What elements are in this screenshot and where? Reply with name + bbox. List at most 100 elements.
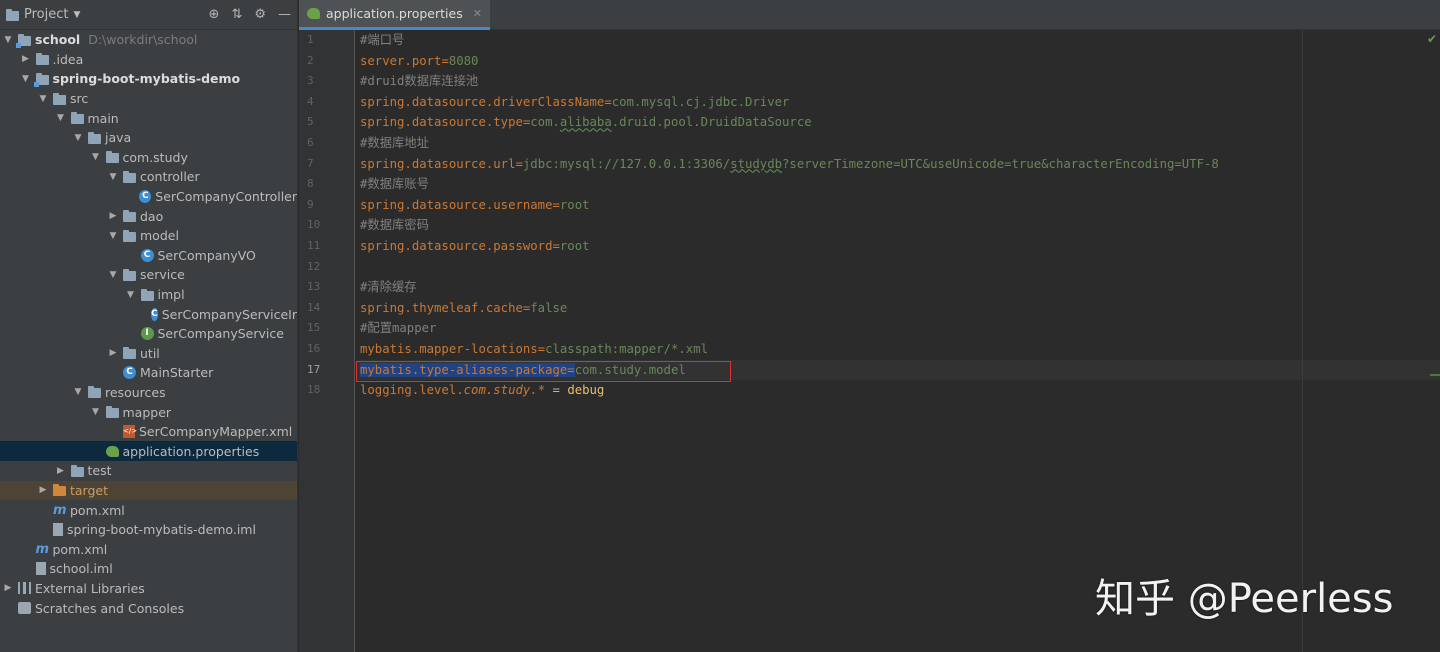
tree-item-label: External Libraries xyxy=(35,580,145,596)
tree-item[interactable]: I SerCompanyService xyxy=(0,324,297,344)
code-line[interactable] xyxy=(356,257,1440,278)
tree-item[interactable]: C SerCompanyServiceIr xyxy=(0,304,297,324)
tree-item-label: com.study xyxy=(122,149,188,165)
tree-item[interactable]: ▼ java xyxy=(0,128,297,148)
expand-arrow-icon[interactable]: ▼ xyxy=(20,74,32,84)
line-number: 4 xyxy=(307,94,314,108)
tree-item[interactable]: m pom.xml xyxy=(0,500,297,520)
right-margin-guide xyxy=(1302,30,1303,652)
tree-item[interactable]: m pom.xml xyxy=(0,539,297,559)
tree-item[interactable]: Scratches and Consoles xyxy=(0,598,297,618)
folder-icon xyxy=(105,406,119,419)
code-line[interactable]: spring.thymeleaf.cache=false xyxy=(356,298,1440,319)
tree-item[interactable]: ▼ controller xyxy=(0,167,297,187)
tree-item[interactable]: ▼ src xyxy=(0,89,297,109)
code-line[interactable]: #配置mapper xyxy=(356,318,1440,339)
tree-item[interactable]: ▼ impl xyxy=(0,285,297,305)
tree-item[interactable]: ▼ school D:\workdir\school xyxy=(0,30,297,50)
code-line[interactable]: spring.datasource.type=com.alibaba.druid… xyxy=(356,112,1440,133)
hide-icon[interactable]: — xyxy=(278,7,291,22)
code-line[interactable]: #数据库地址 xyxy=(356,133,1440,154)
collapse-arrow-icon[interactable]: ▶ xyxy=(55,466,67,476)
settings-icon[interactable]: ⚙ xyxy=(254,7,266,22)
tree-item-label: SerCompanyMapper.xml xyxy=(139,424,293,440)
code-line[interactable]: #端口号 xyxy=(356,30,1440,51)
tree-item-label: application.properties xyxy=(122,443,260,459)
folder-icon xyxy=(35,53,49,66)
tree-item[interactable]: ▼ mapper xyxy=(0,402,297,422)
tree-item[interactable]: ▼ spring-boot-mybatis-demo xyxy=(0,69,297,89)
line-number: 15 xyxy=(307,321,321,335)
expand-arrow-icon[interactable]: ▼ xyxy=(107,172,119,182)
expand-arrow-icon[interactable]: ▼ xyxy=(2,35,14,45)
tree-item[interactable]: ▶ External Libraries xyxy=(0,579,297,599)
code-line[interactable]: spring.datasource.url=jdbc:mysql://127.0… xyxy=(356,154,1440,175)
iml-file-icon xyxy=(35,562,46,576)
code-line[interactable]: #druid数据库连接池 xyxy=(356,71,1440,92)
tree-item-label: src xyxy=(70,91,89,107)
tree-item-label: MainStarter xyxy=(140,365,214,381)
expand-arrow-icon[interactable]: ▼ xyxy=(107,231,119,241)
code-line[interactable]: #清除缓存 xyxy=(356,277,1440,298)
collapse-arrow-icon[interactable]: ▶ xyxy=(20,54,32,64)
line-number: 7 xyxy=(307,156,314,170)
collapse-arrow-icon[interactable]: ▶ xyxy=(107,348,119,358)
folder-icon xyxy=(123,210,136,223)
code-line[interactable]: mybatis.type-aliases-package=com.study.m… xyxy=(356,359,1440,381)
tree-item[interactable]: ▶ .idea xyxy=(0,50,297,70)
code-line[interactable]: spring.datasource.password=root xyxy=(356,236,1440,257)
tree-item-label: .idea xyxy=(52,51,84,67)
expand-arrow-icon[interactable]: ▼ xyxy=(55,113,67,123)
code-line[interactable]: #数据库密码 xyxy=(356,215,1440,236)
code-line[interactable]: server.port=8080 xyxy=(356,51,1440,72)
expand-arrow-icon[interactable]: ▼ xyxy=(90,152,102,162)
code-line[interactable]: #数据库账号 xyxy=(356,174,1440,195)
tree-item[interactable]: C SerCompanyVO xyxy=(0,246,297,266)
expand-arrow-icon[interactable]: ▼ xyxy=(37,94,49,104)
code-line[interactable]: spring.datasource.driverClassName=com.my… xyxy=(356,92,1440,113)
tree-item[interactable]: application.properties xyxy=(0,441,297,462)
tree-item[interactable]: C MainStarter xyxy=(0,363,297,383)
properties-file-icon xyxy=(307,8,320,19)
tree-item-label: spring-boot-mybatis-demo.iml xyxy=(67,522,256,538)
tree-item[interactable]: C SerCompanyController xyxy=(0,187,297,207)
expand-arrow-icon[interactable]: ▼ xyxy=(72,387,84,397)
tree-item[interactable]: ▼ model xyxy=(0,226,297,246)
collapse-icon[interactable]: ⇅ xyxy=(231,7,242,22)
tree-item[interactable]: ▼ resources xyxy=(0,383,297,403)
inspection-ok-icon[interactable]: ✔ xyxy=(1427,32,1437,46)
close-tab-icon[interactable]: ✕ xyxy=(473,7,482,20)
java-interface-icon: I xyxy=(140,327,154,341)
tree-item[interactable]: spring-boot-mybatis-demo.iml xyxy=(0,520,297,540)
line-number: 6 xyxy=(307,135,314,149)
collapse-arrow-icon[interactable]: ▶ xyxy=(37,485,49,495)
tree-item[interactable]: </> SerCompanyMapper.xml xyxy=(0,422,297,442)
tree-item[interactable]: ▼ main xyxy=(0,108,297,128)
java-class-icon: C xyxy=(123,366,136,380)
project-view-selector[interactable]: Project ▼ xyxy=(6,7,80,22)
expand-arrow-icon[interactable]: ▼ xyxy=(125,290,137,300)
tree-item[interactable]: ▶ dao xyxy=(0,206,297,226)
expand-arrow-icon[interactable]: ▼ xyxy=(107,270,119,280)
tree-item[interactable]: school.iml xyxy=(0,559,297,579)
code-line[interactable]: mybatis.mapper-locations=classpath:mappe… xyxy=(356,339,1440,360)
code-line[interactable]: spring.datasource.username=root xyxy=(356,195,1440,216)
tree-item[interactable]: ▶ target xyxy=(0,480,297,501)
code-editor[interactable]: #端口号 server.port=8080 #druid数据库连接池 spring.d… xyxy=(356,30,1440,652)
tree-item-label: school xyxy=(35,32,81,48)
code-line[interactable]: logging.level.com.study.* = debug xyxy=(356,380,1440,401)
tree-item-label: java xyxy=(105,130,132,146)
expand-arrow-icon[interactable]: ▼ xyxy=(72,133,84,143)
tab-application-properties[interactable]: application.properties ✕ xyxy=(299,0,490,30)
tree-item[interactable]: ▶ test xyxy=(0,461,297,481)
line-number: 9 xyxy=(307,197,314,211)
tree-item-label: Scratches and Consoles xyxy=(35,600,185,616)
project-panel-header: Project ▼ ⊕ ⇅ ⚙ — xyxy=(0,0,297,30)
tree-item[interactable]: ▶ util xyxy=(0,344,297,364)
collapse-arrow-icon[interactable]: ▶ xyxy=(2,583,14,593)
collapse-arrow-icon[interactable]: ▶ xyxy=(107,211,119,221)
expand-arrow-icon[interactable]: ▼ xyxy=(90,407,102,417)
locate-icon[interactable]: ⊕ xyxy=(209,7,220,22)
tree-item[interactable]: ▼ service xyxy=(0,265,297,285)
tree-item[interactable]: ▼ com.study xyxy=(0,148,297,168)
